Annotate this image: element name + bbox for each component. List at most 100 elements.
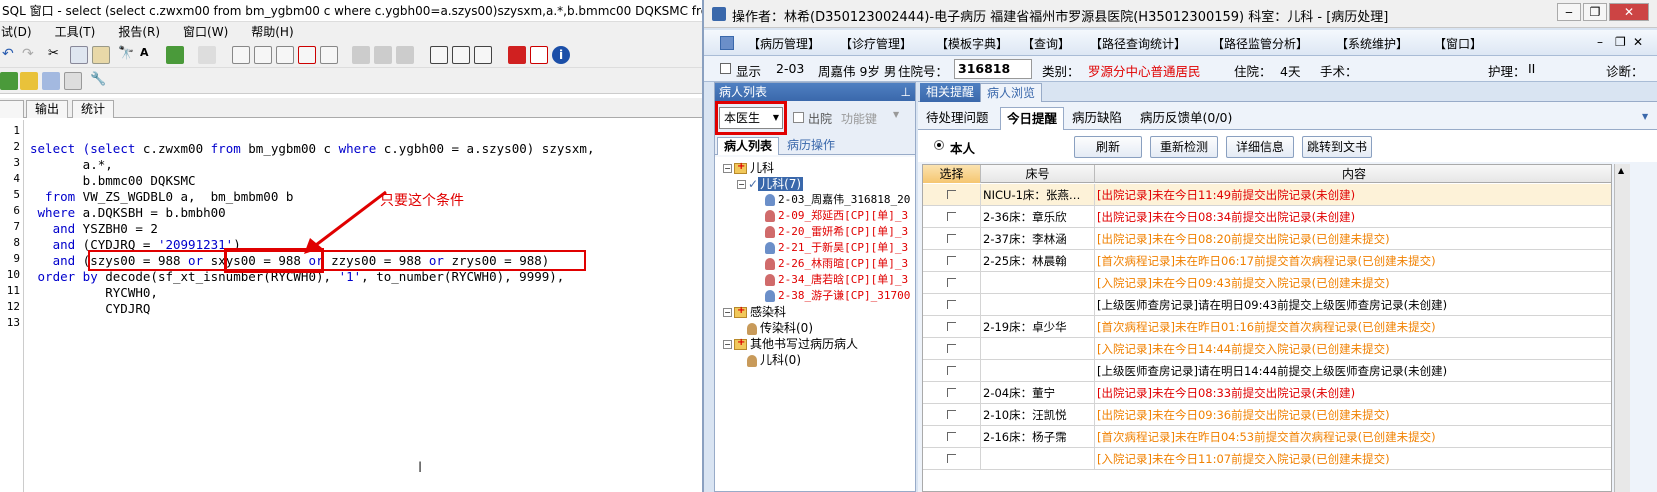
redo-icon[interactable]: ↷ (22, 46, 40, 64)
window-list-icon[interactable] (430, 46, 448, 64)
close-button[interactable]: ✕ (1609, 3, 1649, 21)
pin-icon[interactable]: ⊥ (901, 83, 911, 101)
objects-icon[interactable] (20, 72, 38, 90)
tree-patient[interactable]: 2-20_雷妍希[CP][单]_3 (765, 223, 908, 239)
paste-icon[interactable] (92, 46, 110, 64)
bookmark-icon[interactable] (198, 46, 216, 64)
replace-icon[interactable]: A (140, 46, 158, 64)
tab-today-reminders[interactable]: 今日提醒 (1000, 107, 1065, 130)
menu-tools[interactable]: 工具(T) (54, 22, 96, 42)
row-checkbox[interactable] (947, 190, 956, 199)
tree-dept-pediatrics[interactable]: − 儿科 (723, 159, 774, 176)
tab-patient-browse[interactable]: 病人浏览 (980, 83, 1043, 102)
table-row[interactable]: NICU-1床：张燕… [出院记录]未在今日11:49前提交出院记录(未创建) (923, 184, 1611, 206)
menu-reports[interactable]: 报告(R) (117, 22, 160, 42)
refresh-button[interactable]: 刷新 (1074, 136, 1142, 158)
menu-debug[interactable]: 试(D) (0, 22, 32, 42)
files-icon[interactable] (64, 72, 82, 90)
goto-icon[interactable] (166, 46, 184, 64)
menu-system-maint[interactable]: 【系统维护】 (1336, 35, 1408, 52)
row-checkbox[interactable] (947, 256, 956, 265)
recheck-button[interactable]: 重新检测 (1150, 136, 1218, 158)
copy-icon[interactable] (70, 46, 88, 64)
table-row[interactable]: 2-37床：李林涵 [出院记录]未在今日08:20前提交出院记录(已创建未提交) (923, 228, 1611, 250)
undo-icon[interactable]: ↶ (2, 46, 20, 64)
tab-record-ops[interactable]: 病历操作 (781, 137, 841, 155)
discharged-checkbox[interactable] (793, 112, 804, 123)
tile-icon[interactable] (452, 46, 470, 64)
menu-window[interactable]: 【窗口】 (1434, 35, 1482, 52)
function-keys-button[interactable]: 功能键 (841, 110, 877, 127)
mdi-restore-button[interactable]: ❐ (1615, 35, 1626, 49)
scroll-up-icon[interactable]: ▲ (1618, 166, 1624, 175)
row-checkbox[interactable] (947, 454, 956, 463)
table-row[interactable]: [上级医师查房记录]请在明日14:44前提交上级医师查房记录(未创建) (923, 360, 1611, 382)
table-row[interactable]: 2-19床：卓少华 [首次病程记录]未在昨日01:16前提交首次病程记录(已创建未… (923, 316, 1611, 338)
indent-icon[interactable] (232, 46, 250, 64)
tree-ward-other-pediatrics[interactable]: 儿科(0) (747, 351, 801, 368)
table-row[interactable]: 2-25床：林晨翰 [首次病程记录]未在昨日06:17前提交首次病程记录(已创建未… (923, 250, 1611, 272)
table-row[interactable]: [入院记录]未在今日09:43前提交入院记录(已创建未提交) (923, 272, 1611, 294)
connect-icon[interactable] (0, 72, 18, 90)
execute-icon[interactable] (352, 46, 370, 64)
row-checkbox[interactable] (947, 322, 956, 331)
column-header[interactable]: 选择 (923, 165, 981, 183)
menu-template-dict[interactable]: 【模板字典】 (936, 35, 1008, 52)
show-checkbox[interactable] (720, 63, 731, 74)
tree-other-patients[interactable]: − 其他书写过病历病人 (723, 335, 858, 352)
tab-record-defects[interactable]: 病历缺陷 (1066, 107, 1128, 130)
break-icon[interactable] (396, 46, 414, 64)
templates-icon[interactable] (42, 72, 60, 90)
mdi-close-button[interactable]: ✕ (1633, 35, 1643, 49)
row-checkbox[interactable] (947, 212, 956, 221)
outdent-icon[interactable] (254, 46, 272, 64)
tree-ward-infectious[interactable]: 传染科(0) (747, 319, 813, 336)
tree-patient[interactable]: 2-09_郑延西[CP][单]_3 (765, 207, 908, 223)
stop-icon[interactable] (508, 46, 526, 64)
menu-query[interactable]: 【查询】 (1022, 35, 1070, 52)
comment-icon[interactable] (276, 46, 294, 64)
sql-editor[interactable]: 1 2 3 4 5 6 7 8 9 10 11 12 13 select (se… (0, 120, 702, 492)
table-row[interactable]: 2-10床：汪凯悦 [出院记录]未在今日09:36前提交出院记录(已创建未提交) (923, 404, 1611, 426)
tree-patient[interactable]: 2-34_唐若晗[CP][单]_3 (765, 271, 908, 287)
wrench-icon[interactable]: 🔧 (90, 72, 108, 90)
tree-dept-infection[interactable]: − 感染科 (723, 303, 786, 320)
menu-path-supervision[interactable]: 【路径监管分析】 (1212, 35, 1308, 52)
format-icon[interactable] (320, 46, 338, 64)
tab-pending-issues[interactable]: 待处理问题 (920, 107, 995, 130)
tree-patient[interactable]: 2-38_游子谦[CP]_31700 (765, 287, 910, 303)
tree-patient[interactable]: 2-03_周嘉伟_316818_20 (765, 191, 910, 207)
row-checkbox[interactable] (947, 432, 956, 441)
row-checkbox[interactable] (947, 410, 956, 419)
restore-button[interactable]: ❐ (1583, 3, 1607, 21)
tree-patient[interactable]: 2-21_于新昊[CP][单]_3 (765, 239, 908, 255)
menu-treatment-mgmt[interactable]: 【诊疗管理】 (840, 35, 912, 52)
jump-to-document-button[interactable]: 跳转到文书 (1302, 136, 1372, 158)
menu-window[interactable]: 窗口(W) (182, 22, 228, 42)
tree-ward-pediatrics[interactable]: − ✓ 儿科(7) (737, 175, 804, 192)
self-radio[interactable] (934, 140, 944, 150)
table-row[interactable]: [入院记录]未在今日11:07前提交入院记录(已创建未提交) (923, 448, 1611, 470)
table-row[interactable]: [上级医师查房记录]请在明日09:43前提交上级医师查房记录(未创建) (923, 294, 1611, 316)
row-checkbox[interactable] (947, 366, 956, 375)
pdf-icon[interactable] (530, 46, 548, 64)
tab-feedback-forms[interactable]: 病历反馈单(0/0) (1134, 107, 1238, 130)
info-icon[interactable]: i (552, 46, 570, 64)
tab-stats[interactable]: 统计 (72, 100, 115, 118)
table-row[interactable]: [入院记录]未在今日14:44前提交入院记录(已创建未提交) (923, 338, 1611, 360)
cut-icon[interactable]: ✂ (48, 46, 66, 64)
tab-sql[interactable] (0, 100, 24, 118)
table-row[interactable]: 2-16床：杨子霈 [首次病程记录]未在昨日04:53前提交首次病程记录(已创建未… (923, 426, 1611, 448)
menu-path-query-stats[interactable]: 【路径查询统计】 (1090, 35, 1186, 52)
minimize-button[interactable]: ‒ (1557, 3, 1581, 21)
tree-patient[interactable]: 2-26_林雨暄[CP][单]_3 (765, 255, 908, 271)
row-checkbox[interactable] (947, 234, 956, 243)
row-checkbox[interactable] (947, 388, 956, 397)
tab-related-reminders[interactable]: 相关提醒 (920, 83, 981, 102)
tab-output[interactable]: 输出 (26, 100, 69, 118)
row-checkbox[interactable] (947, 278, 956, 287)
menu-record-mgmt[interactable]: 【病历管理】 (748, 35, 820, 52)
table-row[interactable]: 2-36床：章乐欣 [出院记录]未在今日08:34前提交出院记录(未创建) (923, 206, 1611, 228)
table-scrollbar[interactable]: ▲ (1614, 164, 1630, 492)
uncomment-icon[interactable] (298, 46, 316, 64)
